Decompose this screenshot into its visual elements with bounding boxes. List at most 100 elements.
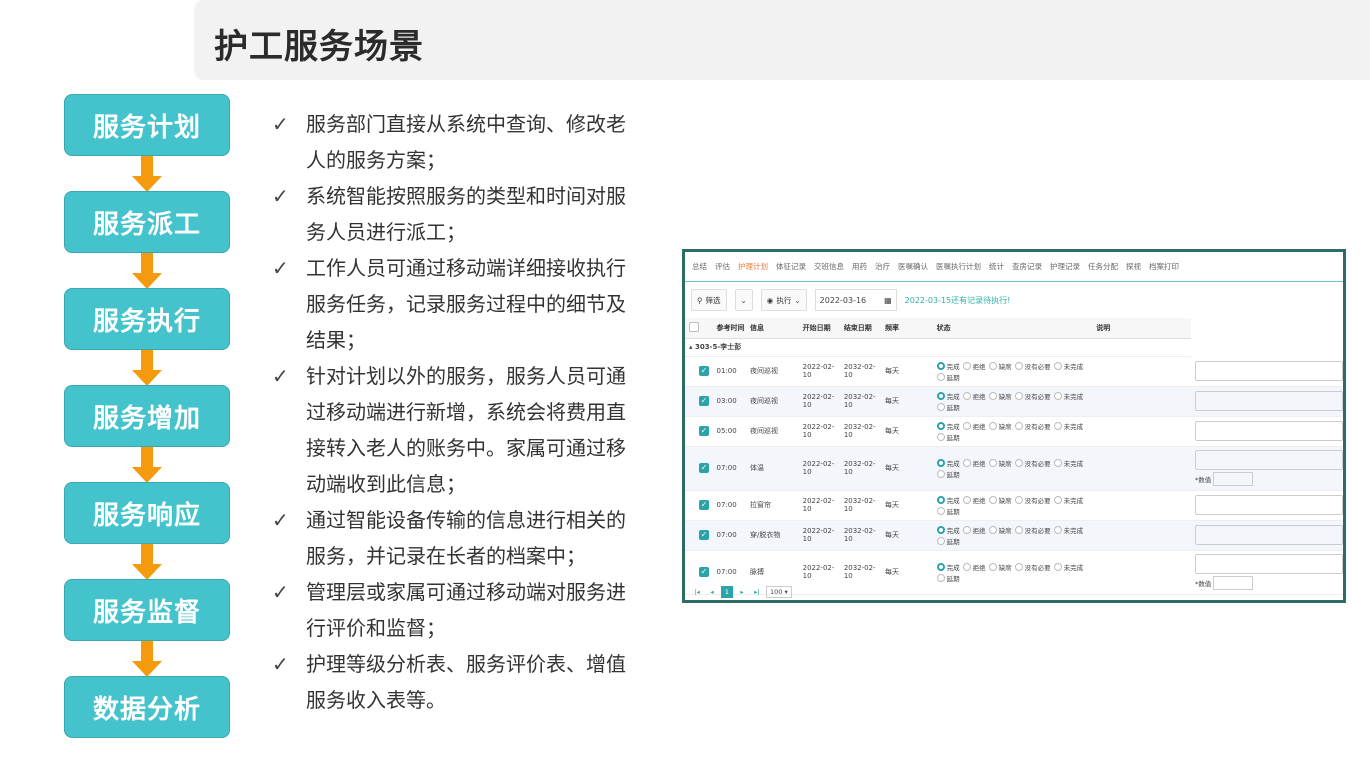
radio-icon[interactable] xyxy=(936,495,945,504)
tab-item[interactable]: 交班信息 xyxy=(810,261,848,272)
radio-icon[interactable] xyxy=(1053,421,1062,430)
radio-icon[interactable] xyxy=(936,525,945,534)
tab-item[interactable]: 评估 xyxy=(711,261,734,272)
table-row[interactable]: ✓ 03:00 夜间巡视 2022-02-10 2032-02-10 每天 完成 拒绝 缺席 没有… xyxy=(685,386,1343,417)
status-option[interactable]: 缺席 xyxy=(988,421,1012,431)
column-header[interactable]: 信息 xyxy=(746,318,799,339)
status-option[interactable]: 延期 xyxy=(936,372,960,382)
radio-icon[interactable] xyxy=(962,525,971,534)
tab-item[interactable]: 治疗 xyxy=(871,261,894,272)
tab-item[interactable]: 体征记录 xyxy=(772,261,810,272)
radio-icon[interactable] xyxy=(1014,458,1023,467)
radio-icon[interactable] xyxy=(1014,495,1023,504)
radio-icon[interactable] xyxy=(1053,458,1062,467)
tab-item[interactable]: 护理计划 xyxy=(734,261,772,272)
column-header[interactable]: 参考时间 xyxy=(712,318,747,339)
status-option[interactable]: 延期 xyxy=(936,506,960,516)
status-option[interactable]: 延期 xyxy=(936,432,960,442)
tab-item[interactable]: 查房记录 xyxy=(1008,261,1046,272)
status-option[interactable]: 没有必要 xyxy=(1014,562,1051,572)
status-option[interactable]: 完成 xyxy=(936,391,960,401)
radio-icon[interactable] xyxy=(962,361,971,370)
note-textarea[interactable] xyxy=(1195,360,1343,381)
table-row[interactable]: ✓ 07:00 拉窗帘 2022-02-10 2032-02-10 每天 完成 拒绝 缺席 没有必… xyxy=(685,490,1343,521)
column-header[interactable]: 开始日期 xyxy=(798,318,840,339)
radio-icon[interactable] xyxy=(1053,495,1062,504)
tab-item[interactable]: 护理记录 xyxy=(1046,261,1084,272)
status-option[interactable]: 拒绝 xyxy=(962,458,986,468)
row-checkbox[interactable]: ✓ xyxy=(699,567,709,577)
radio-icon[interactable] xyxy=(1053,562,1062,571)
status-option[interactable]: 延期 xyxy=(936,536,960,546)
status-option[interactable]: 延期 xyxy=(936,469,960,479)
status-option[interactable]: 缺席 xyxy=(988,391,1012,401)
status-option[interactable]: 拒绝 xyxy=(962,391,986,401)
column-header[interactable]: 频率 xyxy=(881,318,933,339)
row-checkbox[interactable]: ✓ xyxy=(699,396,709,406)
row-checkbox[interactable]: ✓ xyxy=(699,426,709,436)
status-option[interactable]: 延期 xyxy=(936,573,960,583)
column-header[interactable]: 说明 xyxy=(1092,318,1191,339)
radio-icon[interactable] xyxy=(962,458,971,467)
last-page-button[interactable]: ▸| xyxy=(751,586,763,598)
status-option[interactable]: 未完成 xyxy=(1053,495,1083,505)
note-textarea[interactable] xyxy=(1195,421,1343,441)
radio-icon[interactable] xyxy=(936,573,945,582)
status-option[interactable]: 没有必要 xyxy=(1014,495,1051,505)
radio-icon[interactable] xyxy=(1014,421,1023,430)
row-checkbox[interactable]: ✓ xyxy=(699,530,709,540)
radio-icon[interactable] xyxy=(988,562,997,571)
note-textarea[interactable] xyxy=(1195,525,1343,545)
tab-item[interactable]: 统计 xyxy=(985,261,1008,272)
status-option[interactable]: 拒绝 xyxy=(962,562,986,572)
value-input[interactable] xyxy=(1213,576,1254,590)
note-textarea[interactable] xyxy=(1195,495,1343,515)
radio-icon[interactable] xyxy=(988,458,997,467)
radio-icon[interactable] xyxy=(1053,361,1062,370)
status-option[interactable]: 缺席 xyxy=(988,562,1012,572)
radio-icon[interactable] xyxy=(988,495,997,504)
dropdown-button[interactable]: ⌄ xyxy=(734,289,753,311)
status-option[interactable]: 缺席 xyxy=(988,525,1012,535)
tab-item[interactable]: 任务分配 xyxy=(1084,261,1122,272)
calendar-icon[interactable]: ▦ xyxy=(884,296,892,305)
column-header[interactable]: 状态 xyxy=(932,318,1093,339)
status-option[interactable]: 完成 xyxy=(936,562,960,572)
group-row[interactable]: ▴ 303-5-李士彭 xyxy=(685,338,1343,357)
status-option[interactable]: 缺席 xyxy=(988,361,1012,371)
status-option[interactable]: 拒绝 xyxy=(962,361,986,371)
status-option[interactable]: 没有必要 xyxy=(1014,458,1051,468)
radio-icon[interactable] xyxy=(988,421,997,430)
row-checkbox[interactable]: ✓ xyxy=(699,366,709,376)
radio-icon[interactable] xyxy=(962,421,971,430)
status-option[interactable]: 未完成 xyxy=(1053,391,1083,401)
radio-icon[interactable] xyxy=(1014,525,1023,534)
status-option[interactable]: 未完成 xyxy=(1053,361,1083,371)
status-option[interactable]: 未完成 xyxy=(1053,458,1083,468)
radio-icon[interactable] xyxy=(936,458,945,467)
status-option[interactable]: 没有必要 xyxy=(1014,525,1051,535)
tab-item[interactable]: 档案打印 xyxy=(1145,261,1183,272)
radio-icon[interactable] xyxy=(962,495,971,504)
note-textarea[interactable] xyxy=(1195,391,1343,411)
radio-icon[interactable] xyxy=(1014,391,1023,400)
filter-button[interactable]: ⚲ 筛选 xyxy=(691,289,727,311)
radio-icon[interactable] xyxy=(936,562,945,571)
row-checkbox[interactable]: ✓ xyxy=(699,463,709,473)
status-option[interactable]: 缺席 xyxy=(988,458,1012,468)
status-option[interactable]: 完成 xyxy=(936,458,960,468)
tab-item[interactable]: 医嘱执行计划 xyxy=(932,261,985,272)
status-option[interactable]: 拒绝 xyxy=(962,421,986,431)
tab-item[interactable]: 探视 xyxy=(1122,261,1145,272)
prev-page-button[interactable]: ◂ xyxy=(706,586,718,598)
radio-icon[interactable] xyxy=(1014,562,1023,571)
column-header[interactable]: 结束日期 xyxy=(839,318,882,339)
status-option[interactable]: 完成 xyxy=(936,525,960,535)
current-page[interactable]: 1 xyxy=(721,586,733,598)
radio-icon[interactable] xyxy=(936,372,945,381)
date-field[interactable]: 2022-03-16 ▦ xyxy=(814,289,897,311)
note-textarea[interactable] xyxy=(1195,450,1343,470)
note-textarea[interactable] xyxy=(1195,554,1343,574)
table-row[interactable]: ✓ 05:00 夜间巡视 2022-02-10 2032-02-10 每天 完成 拒绝 缺席 没有… xyxy=(685,416,1343,447)
value-input[interactable] xyxy=(1213,472,1254,486)
